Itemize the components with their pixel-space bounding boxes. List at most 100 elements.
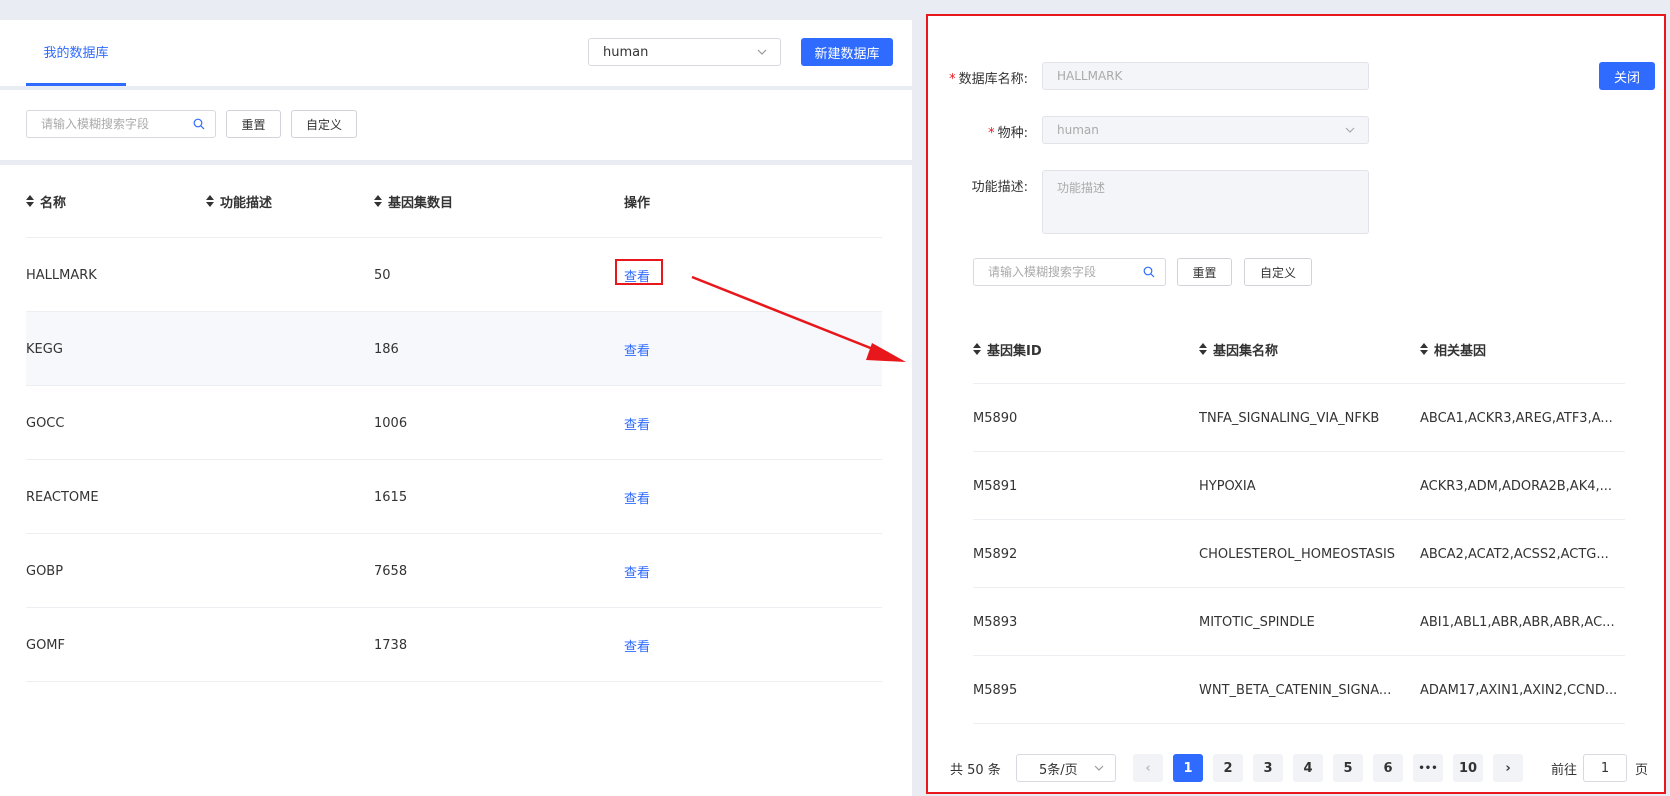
- detail-search-wrapper[interactable]: [973, 258, 1166, 286]
- description-label: 功能描述:: [971, 180, 1028, 195]
- table-row: M5893 MITOTIC_SPINDLE ABI1,ABL1,ABR,ABR,…: [973, 587, 1625, 655]
- column-header-count[interactable]: 基因集数目: [374, 191, 453, 211]
- page-button-5[interactable]: 5: [1333, 754, 1363, 782]
- search-input-wrapper[interactable]: [26, 110, 216, 138]
- page-button-6[interactable]: 6: [1373, 754, 1403, 782]
- sort-icon[interactable]: [206, 195, 214, 207]
- search-input[interactable]: [41, 117, 201, 131]
- cell-geneset-name: WNT_BETA_CATENIN_SIGNA...: [1199, 682, 1392, 698]
- cell-count: 1615: [374, 489, 408, 505]
- chevron-down-icon: [1094, 765, 1104, 771]
- cell-count: 1006: [374, 415, 408, 431]
- description-field[interactable]: 功能描述: [1042, 170, 1369, 234]
- table-row: REACTOME 1615 查看: [26, 459, 882, 533]
- pagination-total: 共 50 条: [950, 762, 1001, 778]
- sort-icon[interactable]: [26, 195, 34, 207]
- detail-custom-button[interactable]: 自定义: [1244, 258, 1312, 286]
- cell-geneset-id: M5892: [973, 546, 1018, 562]
- page-button-4[interactable]: 4: [1293, 754, 1323, 782]
- view-link[interactable]: 查看: [624, 534, 650, 608]
- goto-suffix: 页: [1635, 762, 1649, 778]
- column-header-geneset-name[interactable]: 基因集名称: [1199, 339, 1278, 359]
- search-icon[interactable]: [193, 118, 205, 130]
- sort-icon[interactable]: [1199, 343, 1207, 355]
- cell-name: REACTOME: [26, 489, 99, 505]
- cell-geneset-id: M5893: [973, 614, 1018, 630]
- detail-search-input[interactable]: [988, 265, 1151, 279]
- species-select[interactable]: human: [588, 38, 781, 66]
- cell-geneset-id: M5895: [973, 682, 1018, 698]
- page-button-3[interactable]: 3: [1253, 754, 1283, 782]
- next-page-button[interactable]: ›: [1493, 754, 1523, 782]
- column-header-description[interactable]: 功能描述: [206, 191, 272, 211]
- column-header-action: 操作: [624, 195, 651, 211]
- detail-reset-button[interactable]: 重置: [1177, 258, 1232, 286]
- prev-page-button[interactable]: ‹: [1133, 754, 1163, 782]
- cell-name: GOCC: [26, 415, 65, 431]
- table-row: M5891 HYPOXIA ACKR3,ADM,ADORA2B,AK4,...: [973, 451, 1625, 519]
- goto-page-input[interactable]: 1: [1583, 754, 1627, 782]
- page-button-1[interactable]: 1: [1173, 754, 1203, 782]
- cell-name: GOMF: [26, 637, 65, 653]
- column-header-geneset-id[interactable]: 基因集ID: [973, 339, 1042, 359]
- view-link[interactable]: 查看: [624, 312, 650, 386]
- search-icon[interactable]: [1143, 266, 1155, 278]
- custom-button[interactable]: 自定义: [291, 110, 357, 138]
- view-link[interactable]: 查看: [624, 386, 650, 460]
- table-row: M5895 WNT_BETA_CATENIN_SIGNA... ADAM17,A…: [973, 655, 1625, 723]
- table-bottom-border: [973, 723, 1625, 724]
- column-header-name[interactable]: 名称: [26, 191, 66, 211]
- sort-icon[interactable]: [1420, 343, 1428, 355]
- table-bottom-border: [26, 681, 882, 682]
- filter-card: 重置 自定义: [0, 90, 912, 160]
- species-field[interactable]: human: [1042, 116, 1369, 144]
- highlight-box: [615, 259, 663, 285]
- cell-related-genes: ADAM17,AXIN1,AXIN2,CCND...: [1420, 682, 1618, 698]
- table-row: M5890 TNFA_SIGNALING_VIA_NFKB ABCA1,ACKR…: [973, 383, 1625, 451]
- db-name-field[interactable]: HALLMARK: [1042, 62, 1369, 90]
- cell-geneset-id: M5890: [973, 410, 1018, 426]
- cell-geneset-name: CHOLESTEROL_HOMEOSTASIS: [1199, 546, 1396, 562]
- cell-related-genes: ABI1,ABL1,ABR,ABR,ABR,AC...: [1420, 614, 1615, 630]
- reset-button[interactable]: 重置: [226, 110, 281, 138]
- database-list-panel: 我的数据库 human 新建数据库 重置 自定义 名称 功能描述 基因集数目 操…: [0, 0, 912, 796]
- goto-prefix: 前往: [1551, 762, 1578, 778]
- cell-count: 7658: [374, 563, 408, 579]
- cell-count: 186: [374, 341, 399, 357]
- sort-icon[interactable]: [374, 195, 382, 207]
- database-detail-panel: * 数据库名称: HALLMARK * 物种: human 功能描述: 功能描述 关…: [926, 14, 1666, 794]
- header-card: 我的数据库 human 新建数据库: [0, 20, 912, 86]
- cell-name: KEGG: [26, 341, 63, 357]
- cell-name: HALLMARK: [26, 267, 97, 283]
- species-label: * 物种:: [988, 126, 1028, 141]
- table-row: KEGG 186 查看: [26, 311, 882, 385]
- chevron-down-icon: [757, 49, 767, 55]
- view-link[interactable]: 查看: [624, 608, 650, 682]
- database-table: 名称 功能描述 基因集数目 操作 HALLMARK 50 查看 KEGG 186…: [0, 165, 912, 796]
- tab-my-databases[interactable]: 我的数据库: [26, 20, 126, 86]
- cell-related-genes: ACKR3,ADM,ADORA2B,AK4,...: [1420, 478, 1613, 494]
- cell-geneset-id: M5891: [973, 478, 1018, 494]
- cell-related-genes: ABCA2,ACAT2,ACSS2,ACTG...: [1420, 546, 1609, 562]
- panel-divider: [912, 0, 926, 796]
- db-name-label: * 数据库名称:: [949, 72, 1028, 87]
- view-link[interactable]: 查看: [624, 460, 650, 534]
- species-select-value: human: [603, 44, 649, 60]
- cell-geneset-name: HYPOXIA: [1199, 478, 1256, 494]
- column-header-related-genes[interactable]: 相关基因: [1420, 339, 1486, 359]
- table-row: GOBP 7658 查看: [26, 533, 882, 607]
- new-database-button[interactable]: 新建数据库: [801, 38, 893, 66]
- close-button[interactable]: 关闭: [1599, 62, 1655, 90]
- table-row: GOMF 1738 查看: [26, 607, 882, 681]
- page-button-10[interactable]: 10: [1453, 754, 1483, 782]
- table-row: GOCC 1006 查看: [26, 385, 882, 459]
- page-ellipsis-button[interactable]: •••: [1413, 754, 1443, 782]
- chevron-down-icon: [1345, 127, 1355, 133]
- sort-icon[interactable]: [973, 343, 981, 355]
- page-button-2[interactable]: 2: [1213, 754, 1243, 782]
- table-row: HALLMARK 50 查看: [26, 237, 882, 311]
- cell-related-genes: ABCA1,ACKR3,AREG,ATF3,A...: [1420, 410, 1613, 426]
- page-size-select[interactable]: 5条/页: [1016, 754, 1116, 782]
- cell-count: 1738: [374, 637, 408, 653]
- cell-count: 50: [374, 267, 391, 283]
